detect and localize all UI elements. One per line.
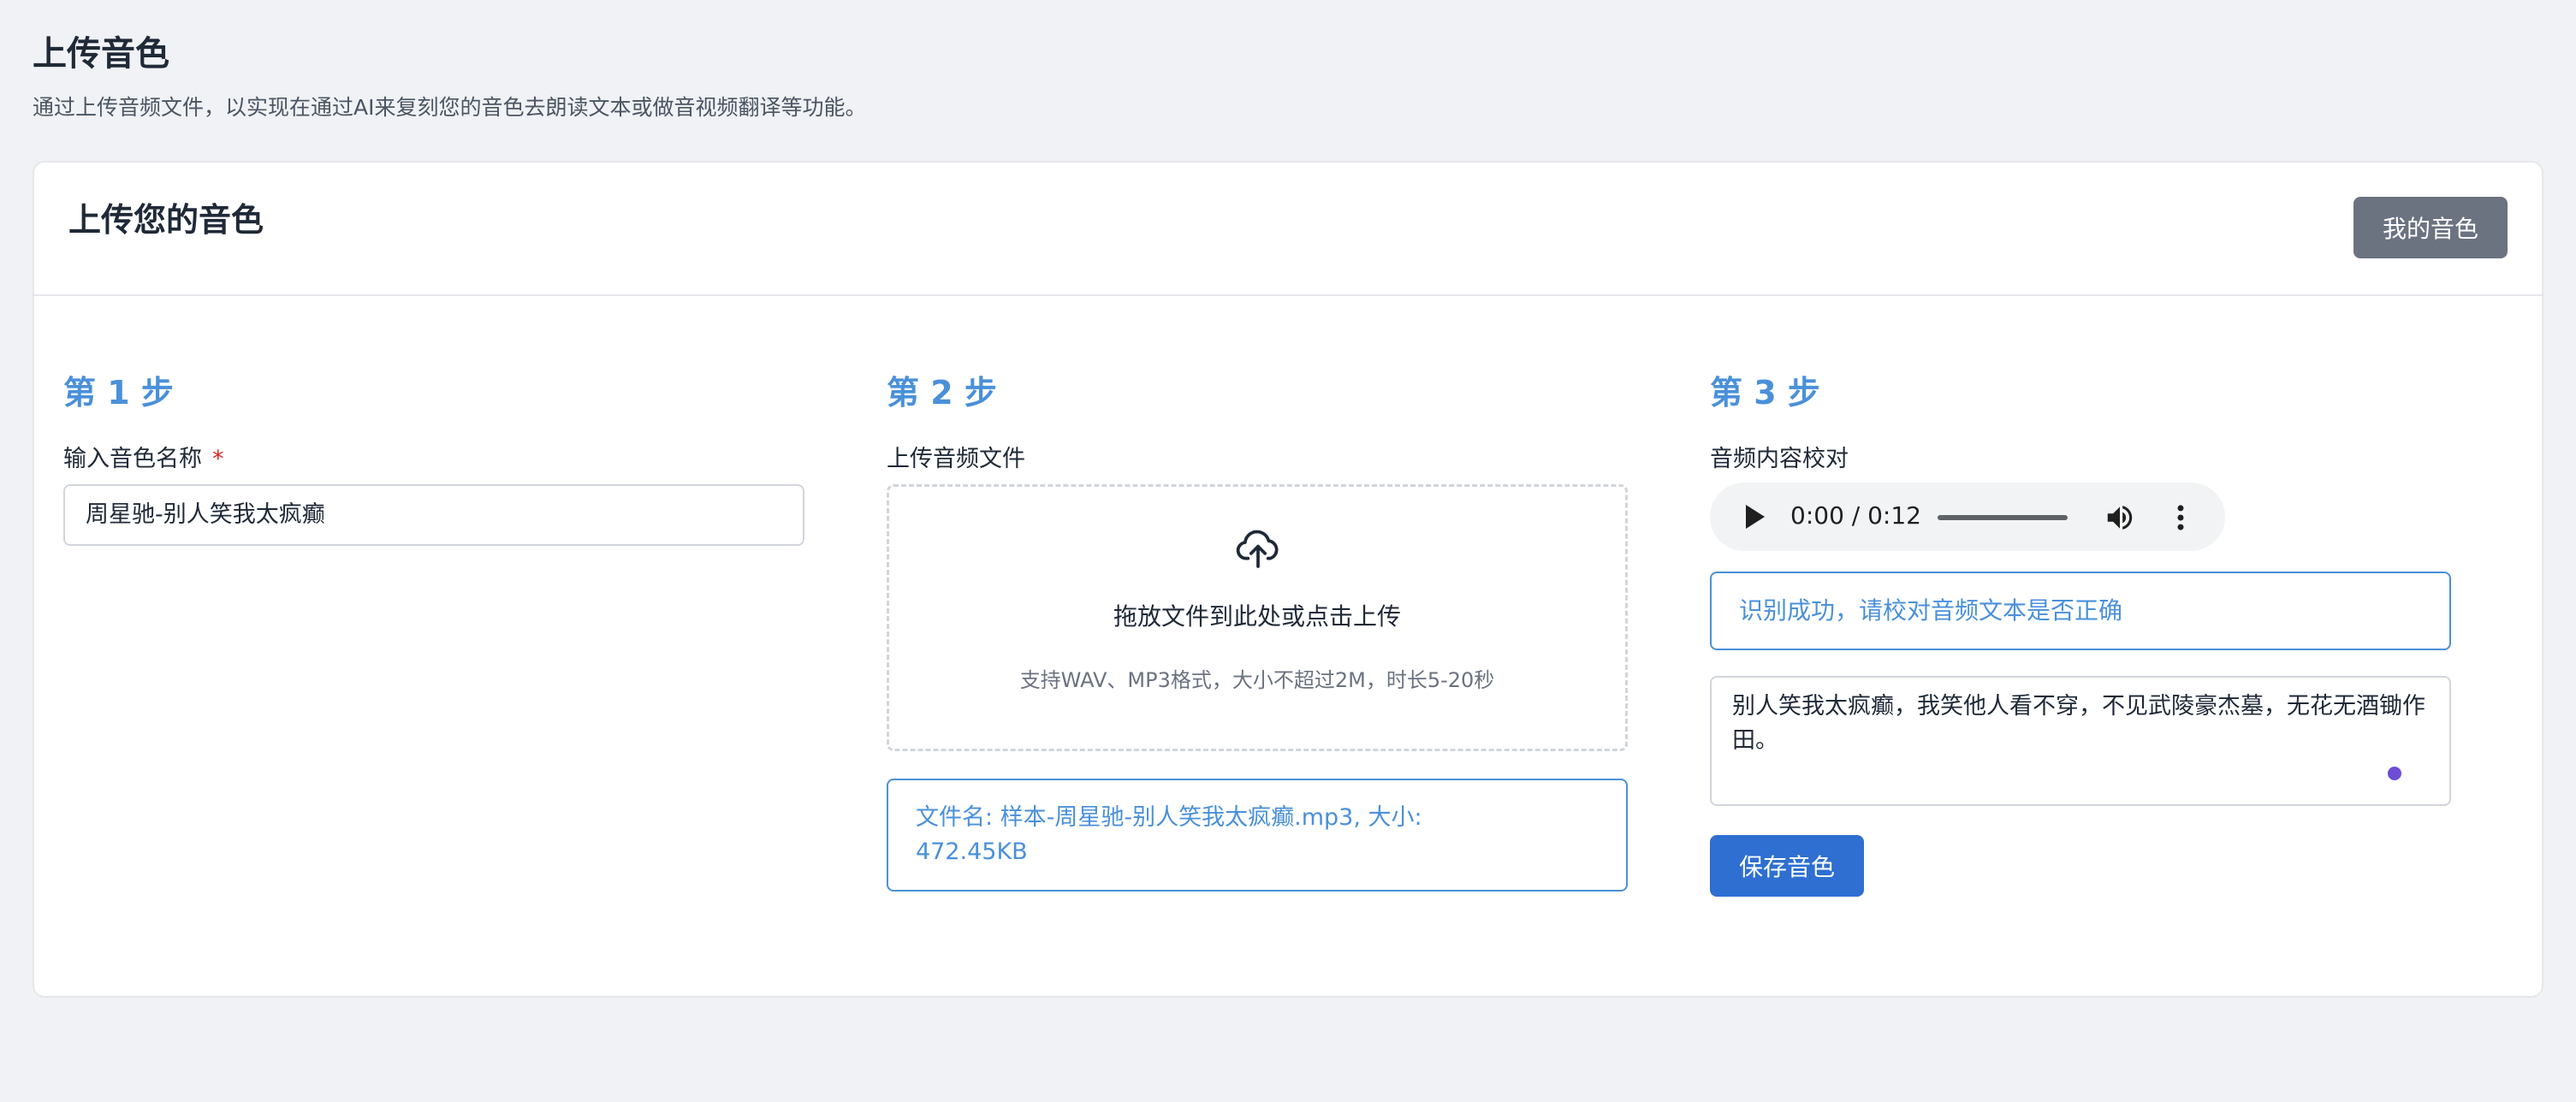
- step-1-title: 第 1 步: [63, 374, 174, 412]
- save-voice-button[interactable]: 保存音色: [1710, 835, 1864, 897]
- card-title: 上传您的音色: [68, 201, 264, 239]
- voice-name-input[interactable]: 周星驰-别人笑我太疯癫: [63, 484, 804, 546]
- step-3-title: 第 3 步: [1710, 374, 1820, 412]
- audio-time: 0:00 / 0:12: [1790, 501, 1921, 530]
- step-2-column: 第 2 步 上传音频文件 拖放文件到此处或点击上传 支持WAV、MP3格式，大小…: [887, 366, 1628, 892]
- voice-name-label-text: 输入音色名称: [63, 446, 202, 472]
- play-icon[interactable]: [1746, 505, 1765, 529]
- more-options-icon[interactable]: [2172, 501, 2189, 534]
- my-voice-button[interactable]: 我的音色: [2353, 197, 2508, 258]
- audio-progress-slider[interactable]: [1938, 515, 2068, 520]
- transcript-textarea[interactable]: 别人笑我太疯癫，我笑他人看不穿，不见武陵豪杰墓，无花无酒锄作田。: [1710, 676, 2451, 806]
- cloud-upload-icon: [1236, 530, 1279, 568]
- card-header: 上传您的音色 我的音色: [34, 163, 2542, 296]
- recognition-status: 识别成功，请校对音频文本是否正确: [1710, 572, 2451, 650]
- dropzone-title: 拖放文件到此处或点击上传: [1113, 602, 1401, 631]
- volume-icon[interactable]: [2104, 501, 2136, 534]
- grammar-indicator-dot: [2388, 767, 2401, 780]
- step-2-title: 第 2 步: [887, 374, 997, 412]
- uploaded-file-info: 文件名: 样本-周星驰-别人笑我太疯癫.mp3, 大小: 472.45KB: [887, 779, 1628, 892]
- transcript-text: 别人笑我太疯癫，我笑他人看不穿，不见武陵豪杰墓，无花无酒锄作田。: [1732, 693, 2425, 754]
- audio-file-label: 上传音频文件: [887, 446, 1025, 472]
- audio-proofread-label: 音频内容校对: [1710, 446, 1849, 472]
- step-1-column: 第 1 步 输入音色名称 * 周星驰-别人笑我太疯癫: [63, 366, 804, 546]
- page-title: 上传音色: [33, 34, 169, 74]
- voice-name-label: 输入音色名称 *: [63, 440, 224, 473]
- audio-player: 0:00 / 0:12: [1710, 483, 2225, 551]
- page-subtitle: 通过上传音频文件，以实现在通过AI来复刻您的音色去朗读文本或做音视频翻译等功能。: [33, 95, 867, 120]
- dropzone-hint: 支持WAV、MP3格式，大小不超过2M，时长5-20秒: [1019, 668, 1495, 692]
- file-info-line-1: 文件名: 样本-周星驰-别人笑我太疯癫.mp3, 大小:: [916, 804, 1422, 831]
- file-dropzone[interactable]: 拖放文件到此处或点击上传 支持WAV、MP3格式，大小不超过2M，时长5-20秒: [887, 484, 1628, 751]
- file-info-line-2: 472.45KB: [916, 838, 1028, 865]
- required-mark: *: [212, 446, 224, 472]
- step-3-column: 第 3 步 音频内容校对 0:00 / 0:12 识别成功，请校对音频文本是否正…: [1710, 366, 2451, 897]
